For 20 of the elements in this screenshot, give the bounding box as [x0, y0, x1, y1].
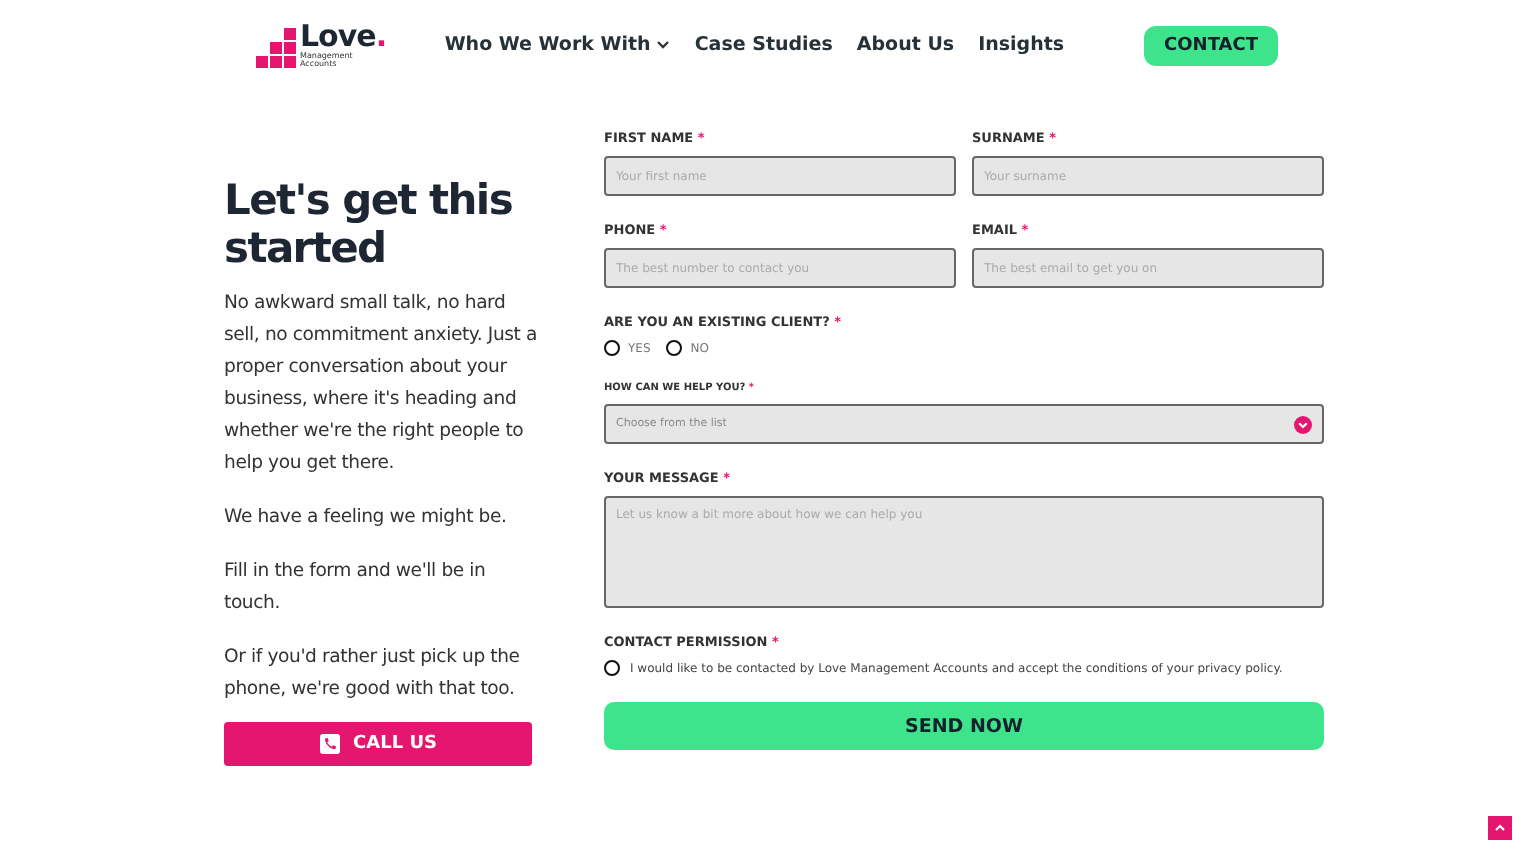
chevron-down-icon — [1294, 415, 1312, 433]
intro-paragraph: Fill in the form and we'll be in touch. — [224, 558, 488, 618]
logo-wordmark: Love. — [300, 22, 387, 52]
intro-paragraph: No awkward small talk, no hard sell, no commitment anxiety. Just a proper conversation about your business, where it's heading and whether we're the right people to help you get there. — [224, 290, 539, 478]
nav-link[interactable]: Insights — [978, 34, 1065, 56]
contact-button[interactable]: CONTACT — [1144, 25, 1278, 65]
consent-checkbox[interactable] — [604, 660, 620, 676]
nav-link[interactable]: Case Studies — [694, 34, 833, 56]
send-now-button[interactable]: SEND NOW — [604, 702, 1324, 750]
chevron-up-icon — [1494, 824, 1506, 832]
logo-icon — [256, 28, 296, 68]
chevron-down-icon — [656, 40, 671, 50]
page-heading: Let's get this started — [224, 176, 515, 272]
intro-paragraph: We have a feeling we might be. — [224, 504, 509, 532]
scroll-to-top-button[interactable] — [1488, 816, 1512, 840]
nav-link[interactable]: Who We Work With — [444, 34, 671, 56]
nav-link[interactable]: About Us — [856, 34, 955, 56]
intro-paragraph: Or if you'd rather just pick up the phone, we're good with that too. — [224, 644, 522, 704]
call-us-button[interactable]: CALL US — [224, 722, 532, 766]
phone-icon — [319, 734, 340, 754]
